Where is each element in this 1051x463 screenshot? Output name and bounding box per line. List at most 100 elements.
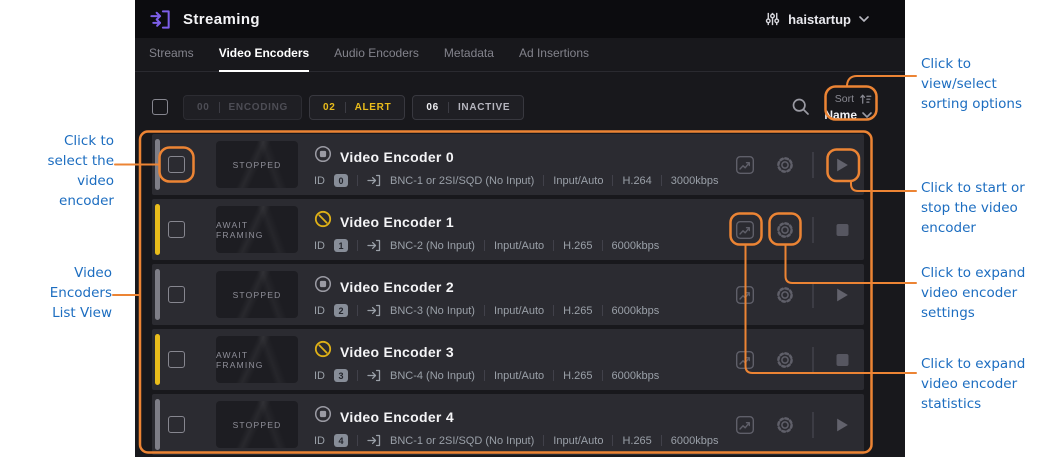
input-source-icon xyxy=(367,369,381,382)
row-name-line: Video Encoder 0 xyxy=(314,145,719,168)
codec: H.265 xyxy=(563,305,592,317)
sliders-icon xyxy=(765,11,780,27)
detail-separator xyxy=(612,175,613,186)
encoder-row[interactable]: AWAIT FRAMINGVideo Encoder 1ID1BNC-2 (No… xyxy=(152,199,864,260)
start-button[interactable] xyxy=(836,157,849,172)
page-title: Streaming xyxy=(183,11,260,28)
row-detail-line: ID0BNC-1 or 2SI/SQD (No Input)Input/Auto… xyxy=(314,174,719,187)
input-mode: Input/Auto xyxy=(494,370,544,382)
annotation-start-stop: Click to start or stop the video encoder xyxy=(921,178,1025,238)
input-source: BNC-2 (No Input) xyxy=(390,240,475,252)
detail-separator xyxy=(357,370,358,381)
row-select-checkbox[interactable] xyxy=(168,416,185,433)
encoder-id-badge: 4 xyxy=(334,434,348,447)
row-select-checkbox[interactable] xyxy=(168,286,185,303)
status-stopped-icon xyxy=(314,145,332,168)
filter-encoding-button[interactable]: 00 ENCODING xyxy=(183,95,302,120)
stats-button[interactable] xyxy=(735,155,755,175)
codec: H.264 xyxy=(622,175,651,187)
row-main: Video Encoder 3ID3BNC-4 (No Input)Input/… xyxy=(314,340,659,382)
filter-inactive-button[interactable]: 06INACTIVE xyxy=(412,95,524,120)
encoder-name: Video Encoder 2 xyxy=(340,279,454,295)
stats-button[interactable] xyxy=(735,415,755,435)
encoder-row[interactable]: STOPPEDVideo Encoder 2ID2BNC-3 (No Input… xyxy=(152,264,864,325)
filter-label: ALERT xyxy=(355,102,392,113)
action-divider xyxy=(812,412,814,438)
settings-button[interactable] xyxy=(775,285,795,305)
encoder-id-badge: 1 xyxy=(334,239,348,252)
detail-separator xyxy=(602,240,603,251)
detail-separator xyxy=(543,435,544,446)
brand: Streaming xyxy=(148,7,260,32)
stats-button[interactable] xyxy=(735,350,755,370)
streaming-logo-icon xyxy=(148,7,173,32)
stop-button[interactable] xyxy=(836,223,849,236)
settings-button[interactable] xyxy=(775,155,795,175)
detail-separator xyxy=(553,370,554,381)
row-detail-line: ID4BNC-1 or 2SI/SQD (No Input)Input/Auto… xyxy=(314,434,719,447)
account-menu[interactable]: haistartup xyxy=(765,0,869,38)
tab-video-encoders[interactable]: Video Encoders xyxy=(219,46,309,71)
filter-separator xyxy=(448,102,449,113)
row-status-stripe xyxy=(155,269,160,320)
input-source-icon xyxy=(367,239,381,252)
settings-button[interactable] xyxy=(775,350,795,370)
bitrate: 6000kbps xyxy=(671,435,719,447)
stats-button[interactable] xyxy=(735,285,755,305)
status-filters: 00 ENCODING 02 ALERT 06INACTIVE xyxy=(183,95,524,120)
tab-metadata[interactable]: Metadata xyxy=(444,46,494,71)
encoder-id-label: ID xyxy=(314,240,325,252)
detail-separator xyxy=(357,240,358,251)
account-name: haistartup xyxy=(788,12,851,27)
encoder-row[interactable]: STOPPEDVideo Encoder 0ID0BNC-1 or 2SI/SQ… xyxy=(152,134,864,195)
stop-button[interactable] xyxy=(836,353,849,366)
stats-button[interactable] xyxy=(735,220,755,240)
filter-separator xyxy=(219,102,220,113)
annotation-select-encoder: Click to select the video encoder xyxy=(14,131,114,211)
encoder-row[interactable]: AWAIT FRAMINGVideo Encoder 3ID3BNC-4 (No… xyxy=(152,329,864,390)
input-mode: Input/Auto xyxy=(553,175,603,187)
tab-audio-encoders[interactable]: Audio Encoders xyxy=(334,46,419,71)
detail-separator xyxy=(661,435,662,446)
row-select-checkbox[interactable] xyxy=(168,156,185,173)
filter-count: 02 xyxy=(323,102,336,113)
start-button[interactable] xyxy=(836,287,849,302)
row-select-checkbox[interactable] xyxy=(168,221,185,238)
thumbnail-status-label: STOPPED xyxy=(233,420,282,430)
sort-control[interactable]: Sort Name xyxy=(824,93,872,121)
encoder-name: Video Encoder 3 xyxy=(340,344,454,360)
filter-alert-button[interactable]: 02 ALERT xyxy=(309,95,405,120)
row-detail-line: ID3BNC-4 (No Input)Input/AutoH.2656000kb… xyxy=(314,369,659,382)
start-button[interactable] xyxy=(836,417,849,432)
encoder-row[interactable]: STOPPED Video Encoder 4 ID4BNC-1 or 2SI/SQ… xyxy=(152,394,864,455)
thumbnail-status-label: AWAIT FRAMING xyxy=(216,220,298,240)
toolbar-right: Sort Name xyxy=(791,93,872,121)
tab-bar: Streams Video Encoders Audio Encoders Me… xyxy=(135,38,905,72)
bitrate: 6000kbps xyxy=(612,240,660,252)
filter-count: 00 xyxy=(197,102,210,113)
filter-separator xyxy=(345,102,346,113)
settings-button[interactable] xyxy=(775,220,795,240)
detail-separator xyxy=(484,240,485,251)
filter-label: ENCODING xyxy=(229,102,289,113)
encoder-id-badge: 2 xyxy=(334,304,348,317)
encoder-id-label: ID xyxy=(314,370,325,382)
encoder-name: Video Encoder 4 xyxy=(340,409,454,425)
row-main: Video Encoder 0 ID0BNC-1 or 2SI/SQD (No I… xyxy=(314,145,719,187)
app-header: Streaming haistartup xyxy=(135,0,905,38)
row-select-checkbox[interactable] xyxy=(168,351,185,368)
encoder-id-label: ID xyxy=(314,175,325,187)
sort-value: Name xyxy=(824,109,857,121)
row-main: Video Encoder 4 ID4BNC-1 or 2SI/SQD (No I… xyxy=(314,405,719,447)
tab-streams[interactable]: Streams xyxy=(149,46,194,71)
search-icon[interactable] xyxy=(791,97,811,117)
encoder-id-badge: 3 xyxy=(334,369,348,382)
select-all-checkbox[interactable] xyxy=(152,99,168,115)
row-thumbnail: AWAIT FRAMING xyxy=(216,336,298,383)
tab-ad-insertions[interactable]: Ad Insertions xyxy=(519,46,589,71)
thumbnail-status-label: STOPPED xyxy=(233,290,282,300)
status-alert-icon xyxy=(314,210,332,233)
settings-button[interactable] xyxy=(775,415,795,435)
sort-label: Sort xyxy=(835,94,854,105)
row-thumbnail: AWAIT FRAMING xyxy=(216,206,298,253)
